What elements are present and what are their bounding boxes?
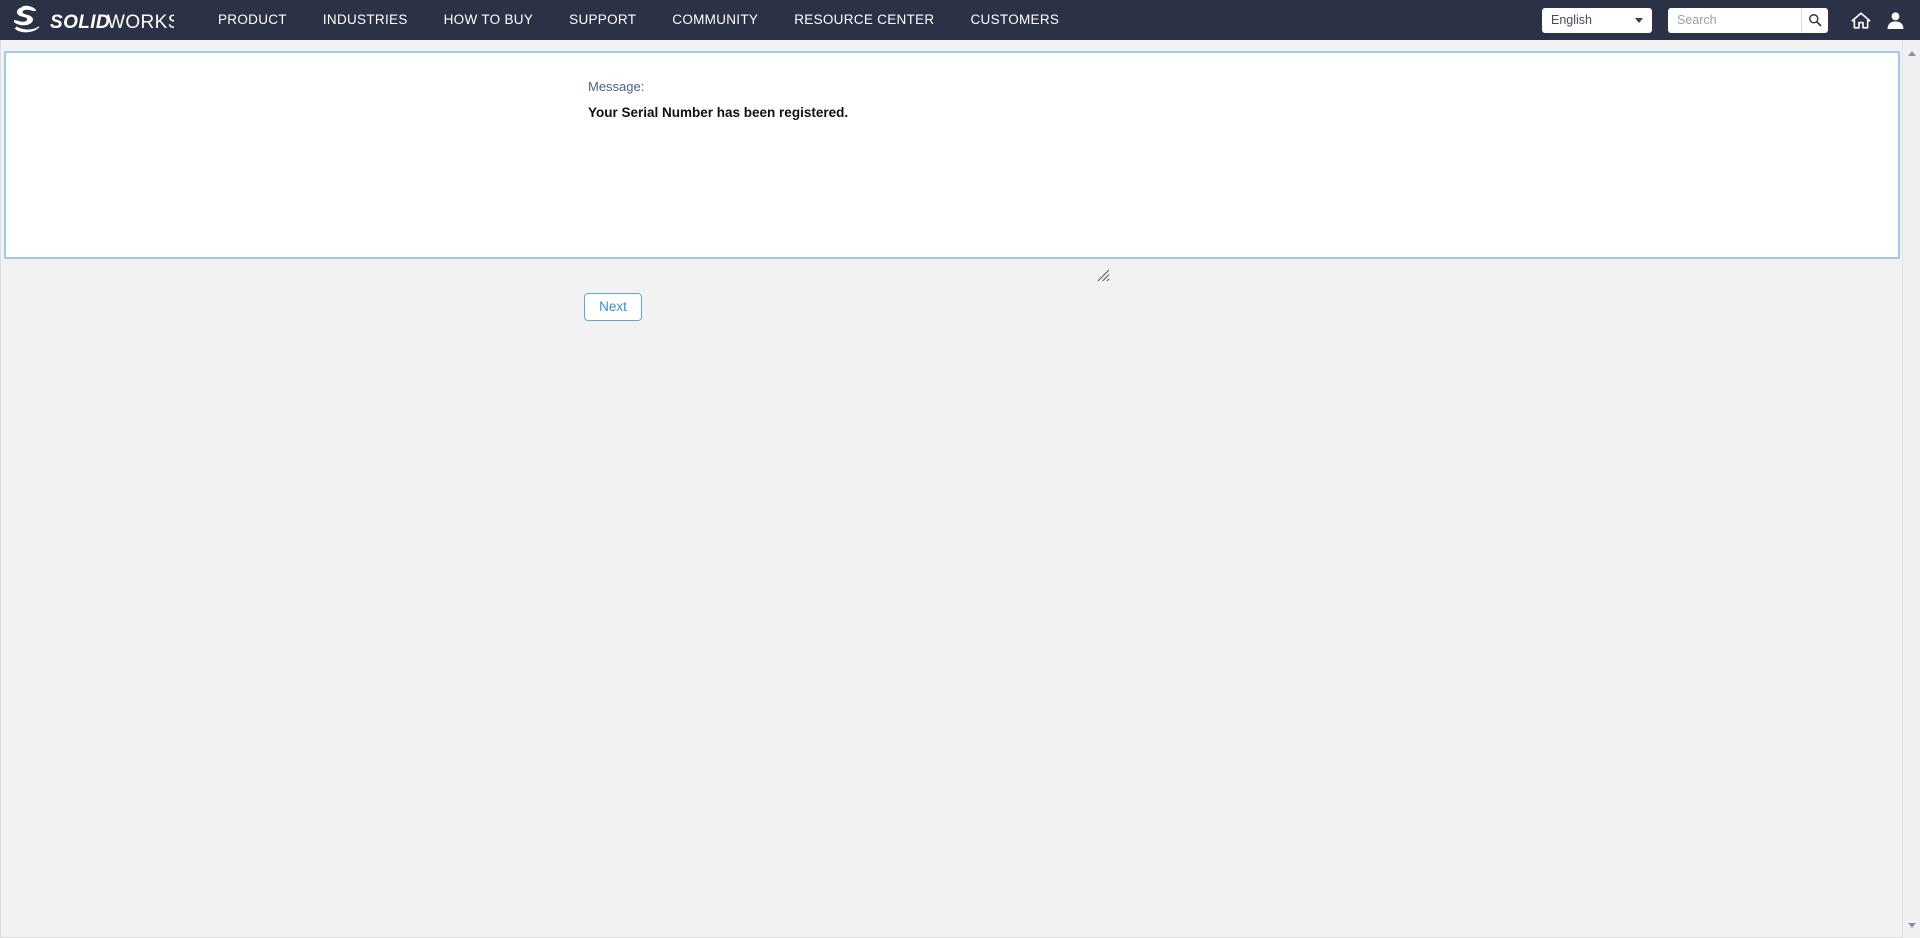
top-navigation-bar: SOLID WORKS PRODUCT INDUSTRIES HOW TO BU… — [0, 0, 1920, 40]
search-box — [1668, 7, 1828, 33]
message-content-frame: Message: Your Serial Number has been reg… — [4, 51, 1900, 321]
page-scrollbar[interactable] — [1902, 40, 1920, 938]
3ds-swoosh-logo: SOLID WORKS — [14, 5, 174, 33]
page-body: Message: Your Serial Number has been reg… — [0, 40, 1920, 938]
scrollbar-track[interactable] — [1903, 58, 1920, 920]
scrollbar-up-button[interactable] — [1903, 44, 1920, 62]
resize-grip-icon[interactable] — [1096, 268, 1110, 282]
nav-item-customers[interactable]: CUSTOMERS — [952, 0, 1077, 40]
svg-text:WORKS: WORKS — [107, 12, 174, 33]
chevron-down-icon — [1635, 17, 1643, 23]
main-navigation: PRODUCT INDUSTRIES HOW TO BUY SUPPORT CO… — [200, 0, 1077, 40]
language-selector[interactable]: English — [1542, 7, 1652, 33]
nav-item-community[interactable]: COMMUNITY — [654, 0, 776, 40]
search-input[interactable] — [1668, 7, 1801, 33]
scroll-up-arrow-icon — [1908, 50, 1916, 56]
home-button[interactable] — [1844, 0, 1878, 40]
search-button[interactable] — [1801, 7, 1828, 33]
message-label: Message: — [588, 79, 645, 94]
svg-text:SOLID: SOLID — [50, 12, 110, 33]
home-icon — [1851, 11, 1871, 29]
account-button[interactable] — [1878, 0, 1912, 40]
header-utilities: English — [1542, 0, 1912, 40]
nav-item-support[interactable]: SUPPORT — [551, 0, 654, 40]
nav-item-how-to-buy[interactable]: HOW TO BUY — [426, 0, 552, 40]
message-text: Your Serial Number has been registered. — [588, 105, 849, 120]
scroll-down-arrow-icon — [1908, 922, 1916, 928]
scrollbar-down-button[interactable] — [1903, 916, 1920, 934]
language-selected-label: English — [1551, 13, 1592, 27]
nav-item-product[interactable]: PRODUCT — [200, 0, 305, 40]
user-icon — [1887, 11, 1903, 29]
nav-item-resource-center[interactable]: RESOURCE CENTER — [776, 0, 952, 40]
nav-item-industries[interactable]: INDUSTRIES — [305, 0, 426, 40]
solidworks-logo[interactable]: SOLID WORKS — [14, 0, 174, 40]
search-icon — [1808, 14, 1821, 27]
next-button[interactable]: Next — [584, 293, 642, 321]
